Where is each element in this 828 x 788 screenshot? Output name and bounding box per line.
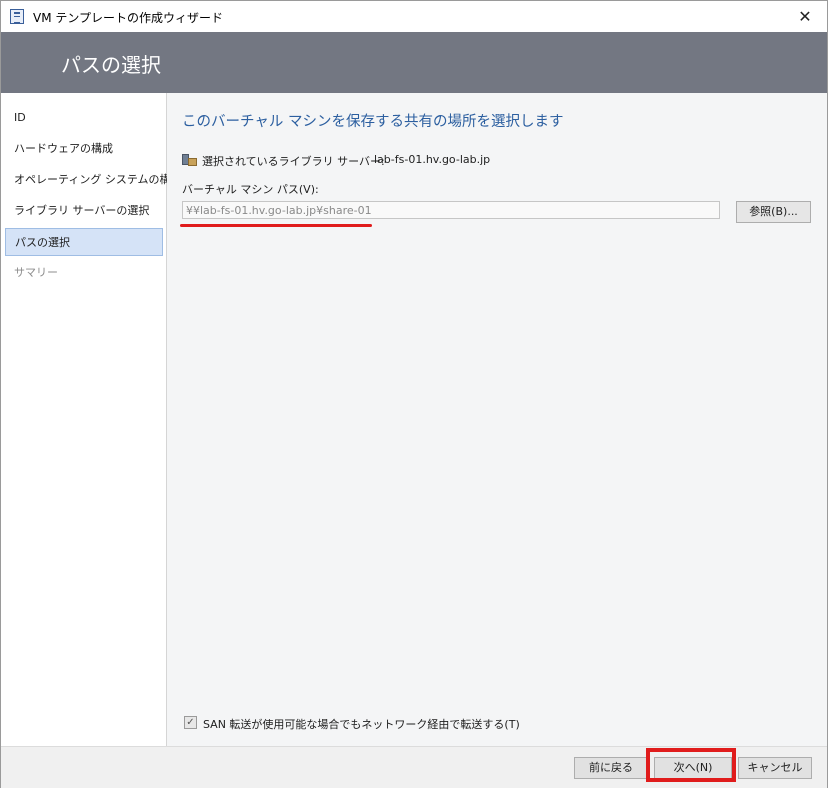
content-heading: このバーチャル マシンを保存する共有の場所を選択します [182, 114, 564, 130]
wizard-window: VM テンプレートの作成ウィザード ✕ パスの選択 ID ハードウェアの構成 オ… [0, 0, 828, 788]
main-content: このバーチャル マシンを保存する共有の場所を選択します 選択されているライブラリ… [167, 93, 827, 746]
page-title: パスの選択 [61, 53, 161, 77]
annotation-underline [180, 224, 372, 227]
library-server-icon [182, 152, 197, 166]
vm-path-input[interactable] [182, 201, 720, 219]
sidebar-item-os-config[interactable]: オペレーティング システムの構成 [5, 166, 182, 194]
san-transfer-label[interactable]: SAN 転送が使用可能な場合でもネットワーク経由で転送する(T) [203, 716, 520, 732]
sidebar-item-summary: サマリー [14, 266, 58, 279]
library-server-value: lab-fs-01.hv.go-lab.jp [374, 153, 491, 166]
vm-path-label: バーチャル マシン パス(V): [182, 183, 319, 196]
sidebar-item-hardware-config[interactable]: ハードウェアの構成 [5, 135, 163, 163]
sidebar-item-id[interactable]: ID [5, 104, 163, 132]
library-server-label: 選択されているライブラリ サーバー: [202, 155, 385, 168]
browse-button[interactable]: 参照(B)... [736, 201, 811, 223]
sidebar-item-path-selection[interactable]: パスの選択 [5, 228, 163, 256]
title-bar: VM テンプレートの作成ウィザード ✕ [1, 1, 827, 32]
wizard-footer: 前に戻る 次へ(N) キャンセル [1, 746, 827, 788]
page-header: パスの選択 [1, 32, 827, 93]
close-button[interactable]: ✕ [783, 1, 827, 32]
sidebar-item-library-server[interactable]: ライブラリ サーバーの選択 [5, 197, 163, 225]
app-window-icon [10, 9, 24, 24]
back-button[interactable]: 前に戻る [574, 757, 648, 779]
wizard-steps-sidebar: ID ハードウェアの構成 オペレーティング システムの構成 ライブラリ サーバー… [1, 93, 182, 746]
window-title: VM テンプレートの作成ウィザード [33, 11, 224, 25]
cancel-button[interactable]: キャンセル [738, 757, 812, 779]
san-transfer-checkbox[interactable]: ✓ [184, 716, 197, 729]
next-button[interactable]: 次へ(N) [654, 757, 732, 779]
